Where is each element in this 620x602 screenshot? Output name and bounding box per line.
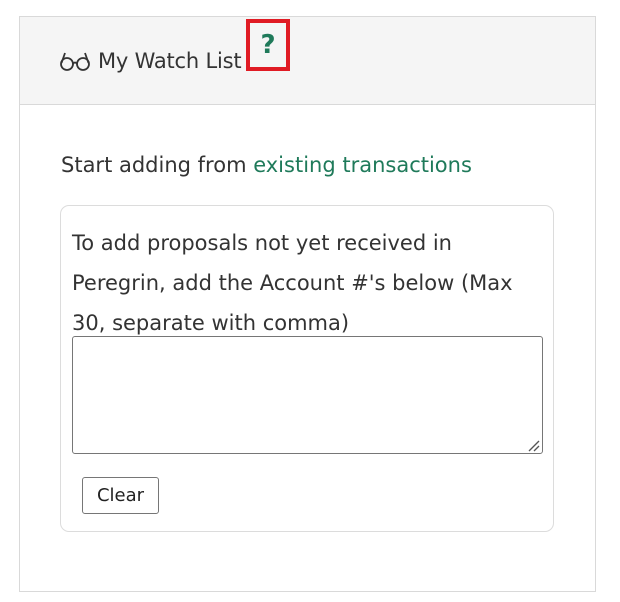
existing-transactions-link[interactable]: existing transactions [253,153,472,177]
help-button[interactable]: ? [246,19,290,71]
account-numbers-textarea[interactable] [72,336,543,454]
intro-prefix: Start adding from [61,153,254,177]
clear-button[interactable]: Clear [82,477,159,514]
intro-text: Start adding from existing transactions [61,153,472,177]
resize-grip-icon[interactable] [526,437,540,452]
add-accounts-instructions: To add proposals not yet received in Per… [72,231,513,335]
watch-list-panel: My Watch List ? Start adding from existi… [19,16,596,592]
panel-header: My Watch List ? [20,17,595,105]
panel-title: My Watch List [98,48,242,73]
question-mark-icon: ? [260,30,276,60]
add-accounts-card: To add proposals not yet received in Per… [60,205,554,532]
glasses-icon [59,50,91,72]
